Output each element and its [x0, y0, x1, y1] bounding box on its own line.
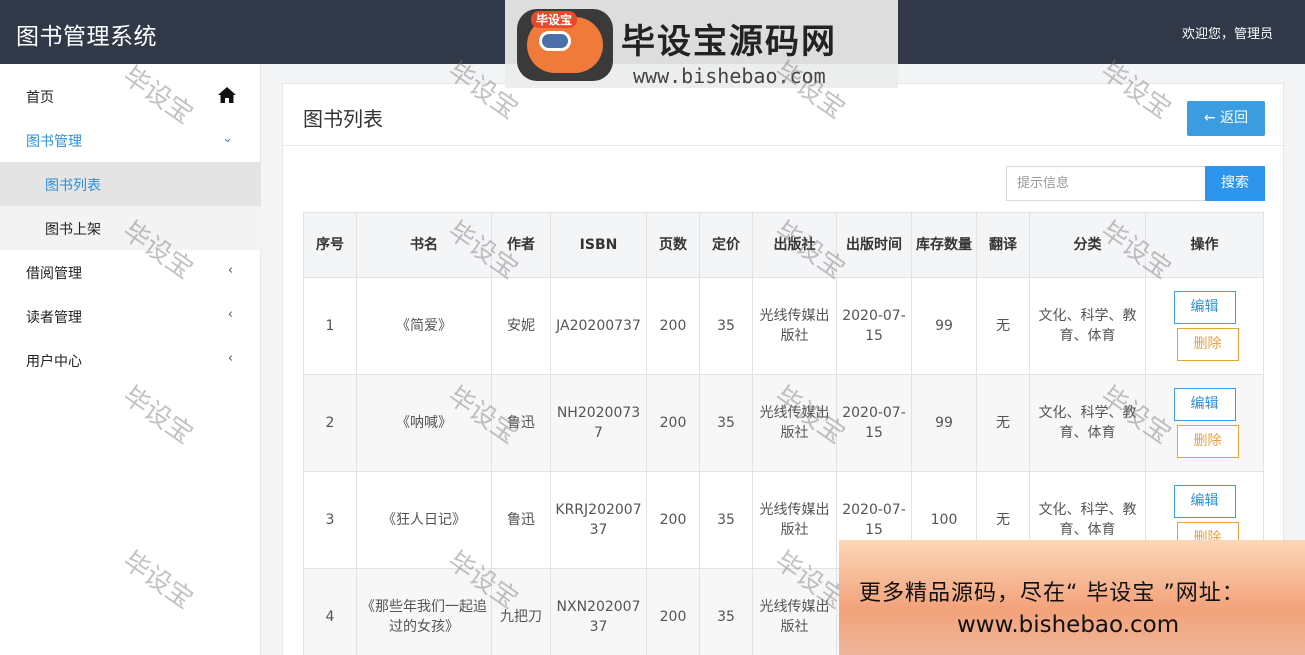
- promo-url: www.bishebao.com: [957, 612, 1180, 638]
- sidebar-item-book-shelve[interactable]: 图书上架: [0, 206, 261, 250]
- sidebar-item-label: 用户中心: [26, 354, 82, 370]
- sidebar-item-user-center[interactable]: 用户中心 ‹: [0, 338, 261, 382]
- column-header: 页数: [646, 212, 700, 278]
- table-cell: 200: [646, 471, 700, 569]
- column-header: 出版社: [752, 212, 837, 278]
- logo-url: www.bishebao.com: [633, 64, 826, 88]
- table-cell: 九把刀: [491, 568, 551, 655]
- table-cell: 3: [303, 471, 357, 569]
- sidebar-item-label: 图书列表: [45, 178, 101, 194]
- sidebar-item-book-management[interactable]: 图书管理 ⌄: [0, 118, 261, 162]
- table-cell: 2: [303, 374, 357, 472]
- chevron-left-icon: ‹: [227, 263, 233, 278]
- table-cell: 1: [303, 277, 357, 375]
- table-cell: 200: [646, 374, 700, 472]
- edit-button[interactable]: 编辑: [1173, 388, 1236, 421]
- table-cell: 安妮: [491, 277, 551, 375]
- table-cell: 99: [911, 374, 977, 472]
- table-cell: 4: [303, 568, 357, 655]
- page-title: 图书列表: [303, 107, 383, 131]
- table-cell: 35: [699, 374, 753, 472]
- table-cell: 200: [646, 568, 700, 655]
- promo-banner: 更多精品源码，尽在“ 毕设宝 ”网址： www.bishebao.com: [839, 540, 1305, 655]
- sidebar-item-label: 借阅管理: [26, 266, 82, 282]
- table-cell: 鲁迅: [491, 471, 551, 569]
- table-cell: 光线传媒出版社: [752, 471, 837, 569]
- column-header: 操作: [1145, 212, 1264, 278]
- column-header: ISBN: [550, 212, 647, 278]
- table-cell: 光线传媒出版社: [752, 568, 837, 655]
- column-header: 分类: [1029, 212, 1146, 278]
- column-header: 翻译: [976, 212, 1030, 278]
- column-header: 序号: [303, 212, 357, 278]
- table-cell: KRRJ20200737: [550, 471, 647, 569]
- table-cell: 35: [699, 471, 753, 569]
- chevron-left-icon: ‹: [227, 307, 233, 322]
- sidebar-item-home[interactable]: 首页: [0, 74, 261, 118]
- table-cell: 35: [699, 568, 753, 655]
- table-cell: 文化、科学、教育、体育: [1029, 277, 1146, 375]
- table-header-row: 序号 书名 作者 ISBN 页数 定价 出版社 出版时间 库存数量 翻译 分类 …: [303, 212, 1264, 278]
- arrow-left-icon: ←: [1203, 110, 1216, 126]
- table-cell: 《简爱》: [356, 277, 492, 375]
- table-cell: 无: [976, 277, 1030, 375]
- table-cell: 无: [976, 374, 1030, 472]
- column-header: 出版时间: [836, 212, 912, 278]
- table-cell: 光线传媒出版社: [752, 374, 837, 472]
- column-header: 书名: [356, 212, 492, 278]
- table-cell: 光线传媒出版社: [752, 277, 837, 375]
- sidebar-item-book-list[interactable]: 图书列表: [0, 162, 261, 206]
- operations-cell: 编辑 删除: [1145, 374, 1264, 472]
- table-cell: 《那些年我们一起追过的女孩》: [356, 568, 492, 655]
- column-header: 库存数量: [911, 212, 977, 278]
- table-cell: 《狂人日记》: [356, 471, 492, 569]
- column-header: 定价: [699, 212, 753, 278]
- search-button[interactable]: 搜索: [1205, 166, 1265, 201]
- back-button[interactable]: ← 返回: [1187, 101, 1265, 136]
- sidebar-item-label: 首页: [26, 90, 54, 106]
- sidebar-item-label: 图书管理: [26, 134, 82, 150]
- logo-badge-text: 毕设宝: [531, 11, 578, 28]
- table-row: 1 《简爱》 安妮 JA20200737 200 35 光线传媒出版社 2020…: [303, 277, 1264, 375]
- edit-button[interactable]: 编辑: [1173, 485, 1236, 518]
- operations-cell: 编辑 删除: [1145, 277, 1264, 375]
- table-cell: 35: [699, 277, 753, 375]
- sidebar-item-label: 图书上架: [45, 222, 101, 238]
- edit-button[interactable]: 编辑: [1173, 291, 1236, 324]
- table-cell: NXN20200737: [550, 568, 647, 655]
- table-cell: NH20200737: [550, 374, 647, 472]
- sidebar-item-borrow-management[interactable]: 借阅管理 ‹: [0, 250, 261, 294]
- column-header: 作者: [491, 212, 551, 278]
- table-cell: 200: [646, 277, 700, 375]
- sidebar: 首页 图书管理 ⌄ 图书列表 图书上架 借阅管理 ‹ 读者管理 ‹ 用户中心 ‹: [0, 64, 261, 655]
- welcome-text: 欢迎您，管理员: [1181, 27, 1273, 42]
- table-cell: 2020-07-15: [836, 277, 912, 375]
- table-cell: JA20200737: [550, 277, 647, 375]
- table-cell: 鲁迅: [491, 374, 551, 472]
- logo-name: 毕设宝源码网: [621, 22, 837, 62]
- delete-button[interactable]: 删除: [1176, 328, 1239, 361]
- chevron-down-icon: ⌄: [222, 131, 233, 146]
- promo-text: 更多精品源码，尽在“ 毕设宝 ”网址：: [859, 581, 1245, 606]
- sidebar-item-label: 读者管理: [26, 310, 82, 326]
- table-cell: 《呐喊》: [356, 374, 492, 472]
- delete-button[interactable]: 删除: [1176, 425, 1239, 458]
- table-row: 2 《呐喊》 鲁迅 NH20200737 200 35 光线传媒出版社 2020…: [303, 374, 1264, 472]
- card-divider: [283, 145, 1283, 146]
- logo-badge: 毕设宝: [517, 9, 613, 81]
- table-cell: 2020-07-15: [836, 374, 912, 472]
- logo-banner: 毕设宝 毕设宝源码网 www.bishebao.com: [505, 0, 898, 88]
- sidebar-item-reader-management[interactable]: 读者管理 ‹: [0, 294, 261, 338]
- chevron-left-icon: ‹: [227, 351, 233, 366]
- table-cell: 99: [911, 277, 977, 375]
- table-cell: 文化、科学、教育、体育: [1029, 374, 1146, 472]
- home-icon: [218, 87, 236, 103]
- search-input[interactable]: 提示信息: [1006, 166, 1206, 201]
- logo-mascot-eye: [539, 31, 571, 51]
- app-title: 图书管理系统: [16, 24, 157, 50]
- back-button-label: 返回: [1220, 110, 1249, 126]
